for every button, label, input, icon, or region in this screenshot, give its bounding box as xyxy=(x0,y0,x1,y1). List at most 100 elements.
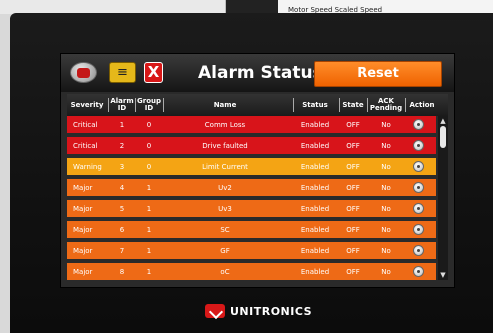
alarm-id-cell: 1 xyxy=(119,121,125,129)
action-button-icon[interactable] xyxy=(413,245,424,256)
alarm-id-cell: 7 xyxy=(119,247,125,255)
alarm-id-cell: 6 xyxy=(119,226,125,234)
scroll-down-icon[interactable]: ▼ xyxy=(439,271,447,279)
group-id-cell: 0 xyxy=(146,163,152,171)
name-cell: oC xyxy=(220,268,230,276)
action-button-icon[interactable] xyxy=(413,203,424,214)
status-cell: Enabled xyxy=(300,184,330,192)
status-cell: Enabled xyxy=(300,268,330,276)
ack-pending-cell: No xyxy=(381,121,391,129)
action-button-icon[interactable] xyxy=(413,140,424,151)
brand-name: UNITRONICS xyxy=(230,304,313,318)
alarm-id-cell: 5 xyxy=(119,205,125,213)
state-cell: OFF xyxy=(346,121,360,129)
action-button-icon[interactable] xyxy=(413,182,424,193)
ack-pending-cell: No xyxy=(381,205,391,213)
state-cell: OFF xyxy=(346,142,360,150)
hmi-screen: ≡ X Alarm Status Reset Severity Alarm ID… xyxy=(60,53,455,288)
action-button-icon[interactable] xyxy=(413,161,424,172)
severity-cell: Major xyxy=(73,205,93,213)
severity-cell: Critical xyxy=(73,142,98,150)
alarm-id-cell: 8 xyxy=(119,268,125,276)
status-cell: Enabled xyxy=(300,205,330,213)
close-button[interactable]: X xyxy=(144,62,163,83)
action-button-icon[interactable] xyxy=(413,266,424,277)
scroll-up-icon[interactable]: ▲ xyxy=(439,117,447,125)
col-severity: Severity xyxy=(70,100,104,109)
page-title: Alarm Status xyxy=(198,63,323,83)
state-cell: OFF xyxy=(346,247,360,255)
ack-pending-cell: No xyxy=(381,226,391,234)
unitronics-logo-icon xyxy=(205,304,225,318)
table-row[interactable]: Critical 1 0 Comm Loss Enabled OFF No xyxy=(67,116,436,134)
status-cell: Enabled xyxy=(300,247,330,255)
status-cell: Enabled xyxy=(300,142,330,150)
group-id-cell: 0 xyxy=(146,121,152,129)
group-id-cell: 1 xyxy=(146,184,152,192)
table-row[interactable]: Major 4 1 Uv2 Enabled OFF No xyxy=(67,179,436,197)
col-ack-pending: ACK Pending xyxy=(369,97,403,112)
status-cell: Enabled xyxy=(300,121,330,129)
severity-cell: Major xyxy=(73,268,93,276)
group-id-cell: 1 xyxy=(146,268,152,276)
table-row[interactable]: Major 7 1 GF Enabled OFF No xyxy=(67,242,436,260)
name-cell: GF xyxy=(220,247,230,255)
status-cell: Enabled xyxy=(300,163,330,171)
ack-pending-cell: No xyxy=(381,142,391,150)
name-cell: Drive faulted xyxy=(202,142,248,150)
background-window-left xyxy=(0,0,225,14)
scroll-thumb[interactable] xyxy=(440,126,446,148)
scrollbar[interactable]: ▲ ▼ xyxy=(438,116,448,280)
table-row[interactable]: Major 6 1 SC Enabled OFF No xyxy=(67,221,436,239)
severity-cell: Major xyxy=(73,184,93,192)
group-id-cell: 1 xyxy=(146,205,152,213)
alarm-id-cell: 2 xyxy=(119,142,125,150)
sort-button[interactable]: ≡ xyxy=(109,62,136,83)
status-cell: Enabled xyxy=(300,226,330,234)
group-id-cell: 0 xyxy=(146,142,152,150)
state-cell: OFF xyxy=(346,184,360,192)
sort-icon: ≡ xyxy=(117,65,128,80)
col-group-id: Group ID xyxy=(137,97,162,112)
state-cell: OFF xyxy=(346,163,360,171)
ack-pending-cell: No xyxy=(381,163,391,171)
name-cell: Comm Loss xyxy=(204,121,246,129)
ack-pending-cell: No xyxy=(381,247,391,255)
ack-pending-cell: No xyxy=(381,268,391,276)
table-row[interactable]: Major 5 1 Uv3 Enabled OFF No xyxy=(67,200,436,218)
severity-cell: Major xyxy=(73,247,93,255)
alarm-id-cell: 3 xyxy=(119,163,125,171)
reset-button[interactable]: Reset xyxy=(314,61,442,87)
table-row[interactable]: Critical 2 0 Drive faulted Enabled OFF No xyxy=(67,137,436,155)
name-cell: Limit Current xyxy=(202,163,248,171)
home-button[interactable] xyxy=(70,62,97,83)
state-cell: OFF xyxy=(346,205,360,213)
brand-logo: UNITRONICS xyxy=(205,302,312,320)
table-row[interactable]: Warning 3 0 Limit Current Enabled OFF No xyxy=(67,158,436,176)
home-icon xyxy=(77,68,90,78)
group-id-cell: 1 xyxy=(146,226,152,234)
alarm-table: Critical 1 0 Comm Loss Enabled OFF No Critical 2… xyxy=(67,116,436,286)
col-alarm-id: Alarm ID xyxy=(110,97,134,112)
ack-pending-cell: No xyxy=(381,184,391,192)
action-button-icon[interactable] xyxy=(413,119,424,130)
action-button-icon[interactable] xyxy=(413,224,424,235)
table-row[interactable]: Major 8 1 oC Enabled OFF No xyxy=(67,263,436,281)
severity-cell: Warning xyxy=(73,163,102,171)
close-icon: X xyxy=(147,63,160,81)
name-cell: Uv3 xyxy=(218,205,232,213)
severity-cell: Critical xyxy=(73,121,98,129)
state-cell: OFF xyxy=(346,268,360,276)
name-cell: Uv2 xyxy=(218,184,232,192)
column-header: Severity Alarm ID Group ID Name Status S… xyxy=(67,94,448,116)
alarm-id-cell: 4 xyxy=(119,184,125,192)
header-bar: ≡ X Alarm Status Reset xyxy=(61,54,454,92)
col-name: Name xyxy=(213,100,237,109)
severity-cell: Major xyxy=(73,226,93,234)
group-id-cell: 1 xyxy=(146,247,152,255)
state-cell: OFF xyxy=(346,226,360,234)
col-action: Action xyxy=(409,100,435,109)
background-window: Motor Speed Scaled Speed xyxy=(225,0,493,14)
col-state: State xyxy=(342,100,364,109)
name-cell: SC xyxy=(220,226,230,234)
